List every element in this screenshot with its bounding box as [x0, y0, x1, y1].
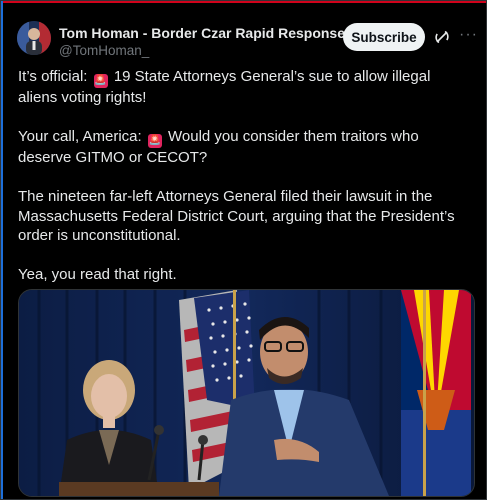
police-siren-icon: 🚨 — [93, 74, 108, 88]
post-media-image[interactable] — [18, 289, 475, 497]
post-paragraph: The nineteen far-left Attorneys General … — [18, 188, 455, 244]
post-paragraph: Yea, you read that right. — [18, 266, 177, 283]
press-conference-photo — [19, 290, 474, 496]
post-paragraph: Your call, America: 🚨 Would you consider… — [18, 128, 419, 166]
post-header: Tom Homan - Border Czar Rapid Response .… — [17, 19, 478, 59]
grok-icon[interactable] — [434, 29, 450, 45]
police-siren-icon: 🚨 — [147, 134, 162, 148]
avatar[interactable] — [17, 21, 51, 55]
name-line: Tom Homan - Border Czar Rapid Response .… — [59, 25, 381, 41]
window-edge-red — [1, 1, 486, 3]
subscribe-button[interactable]: Subscribe — [343, 23, 425, 51]
display-name[interactable]: Tom Homan - Border Czar Rapid Response .… — [59, 25, 361, 41]
more-options-icon[interactable]: ··· — [459, 26, 478, 44]
post-paragraph: It’s official: 🚨 19 State Attorneys Gene… — [18, 68, 431, 106]
post-text: It’s official: 🚨 19 State Attorneys Gene… — [18, 67, 468, 304]
window-edge-blue — [1, 1, 3, 499]
user-handle[interactable]: @TomHoman_ — [59, 43, 149, 58]
post-card: Tom Homan - Border Czar Rapid Response .… — [0, 0, 487, 500]
